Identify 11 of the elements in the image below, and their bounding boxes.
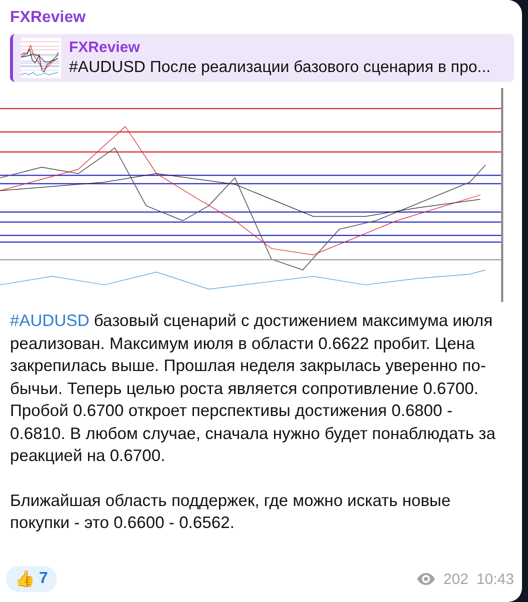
- eye-icon: [417, 573, 436, 585]
- reaction-button[interactable]: 👍 7: [6, 566, 57, 592]
- message-time: 10:43: [476, 570, 514, 588]
- message-text: #AUDUSD базовый сценарий с достижением максимума июля реализован. Максимум июля в области 0.6622 пробит. Цена закрепилась выше. Прошлая неделя закрылась уверенно по-бычьи. Теперь целью роста является сопротивление 0.6700. Пробой 0.6700 откроет перспективы достижения 0.6800 - 0.6810. В любом случае, сначала нужно будет понаблюдать за реакцией на 0.6700.: [9, 310, 496, 467]
- hashtag-link[interactable]: #AUDUSD: [10, 311, 90, 330]
- message-text: Ближайшая область поддержек, где можно искать новые покупки - это 0.6600 - 0.6562.: [9, 490, 452, 534]
- reply-text: #AUDUSD После реализации базового сценария в про...: [69, 58, 492, 78]
- reply-preview[interactable]: FXReview #AUDUSD После реализации базового сценария в про...: [10, 34, 514, 82]
- reply-author: FXReview: [69, 38, 141, 58]
- view-count: 202: [443, 570, 468, 588]
- channel-name[interactable]: FXReview: [0, 8, 522, 28]
